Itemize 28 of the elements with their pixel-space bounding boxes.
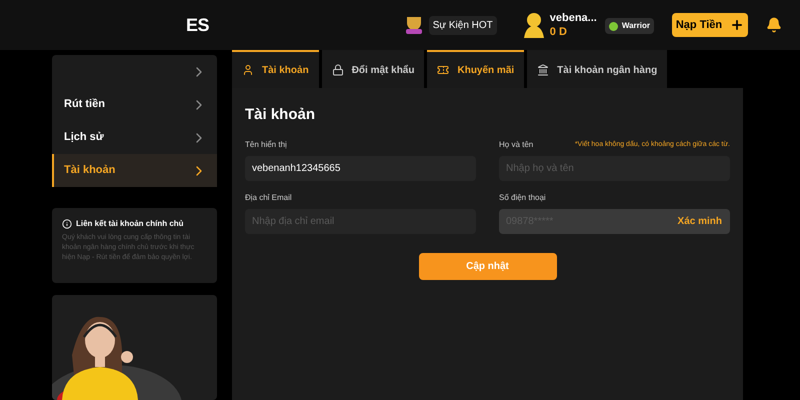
field-label: Số điện thoại <box>499 192 546 204</box>
field-label: Địa chỉ Email <box>245 192 292 204</box>
tab[interactable]: Đổi mật khẩu <box>322 50 424 88</box>
username: vebena... <box>550 12 597 24</box>
form-title: Tài khoản <box>245 105 316 125</box>
field-label: Tên hiển thị <box>245 138 287 150</box>
field-label: Họ và tên <box>499 138 534 150</box>
event-label[interactable]: Sự Kiện HOT <box>428 16 497 34</box>
input-field[interactable]: vebenanh12345665 <box>245 156 476 180</box>
menu-item[interactable]: Tài khoản <box>52 154 217 187</box>
user-icon <box>242 64 254 76</box>
bank-icon <box>537 64 550 76</box>
info-title: Liên kết tài khoản chính chủ <box>76 218 184 230</box>
menu-item[interactable]: Lịch sử <box>52 121 217 154</box>
ticket-icon <box>437 64 450 76</box>
rank-badge: Warrior <box>604 18 654 34</box>
tab[interactable]: Tài khoản ngân hàng <box>527 50 668 88</box>
tab[interactable]: Khuyến mãi <box>427 50 524 88</box>
notification-icon[interactable] <box>766 17 782 33</box>
lock-icon <box>332 64 344 76</box>
plus-icon <box>730 18 744 32</box>
balance: 0 D <box>550 26 568 38</box>
avatar-icon <box>522 12 546 38</box>
menu-item[interactable]: Rút tiền <box>52 88 217 121</box>
tab[interactable]: Tài khoản <box>232 50 319 88</box>
logo-text: ES <box>186 14 210 36</box>
deposit-button[interactable]: Nạp Tiền <box>672 13 748 37</box>
info-icon <box>62 219 72 229</box>
